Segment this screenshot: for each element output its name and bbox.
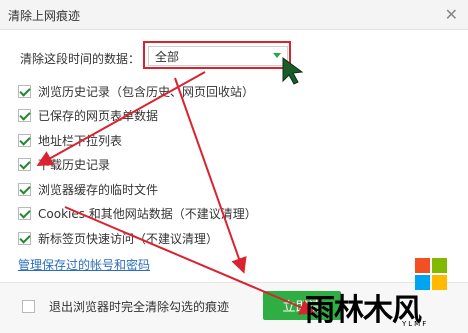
checkbox[interactable] (18, 157, 31, 171)
checkbox[interactable] (22, 300, 35, 313)
option-download-history[interactable]: 下载历史记录 (18, 155, 110, 173)
exit-clear-label: 退出浏览器时完全清除勾选的痕迹 (49, 300, 230, 314)
option-label: 地址栏下拉列表 (38, 133, 123, 148)
manage-passwords-link[interactable]: 管理保存过的帐号和密码 (18, 256, 150, 273)
title-bar: 清除上网痕迹 ✕ (0, 0, 468, 30)
checkbox[interactable] (18, 133, 31, 147)
option-label: 下载历史记录 (38, 157, 111, 172)
option-browsing-history[interactable]: 浏览历史记录（包含历史、网页回收站） (18, 82, 254, 100)
checkbox[interactable] (18, 84, 31, 98)
window-title: 清除上网痕迹 (8, 9, 81, 23)
time-range-select[interactable]: 全部 (143, 41, 291, 69)
checkbox[interactable] (18, 231, 31, 245)
option-label: 浏览历史记录（包含历史、网页回收站） (38, 84, 255, 99)
option-label: 已保存的网页表单数据 (38, 108, 159, 123)
option-cookies[interactable]: Cookies 和其他网站数据（不建议清理） (18, 204, 257, 222)
option-cache[interactable]: 浏览器缓存的临时文件 (18, 180, 158, 198)
checkbox[interactable] (18, 206, 31, 220)
exit-clear-option[interactable]: 退出浏览器时完全清除勾选的痕迹 (22, 298, 229, 315)
checkbox[interactable] (18, 108, 31, 122)
option-label: 浏览器缓存的临时文件 (38, 182, 159, 197)
option-label: Cookies 和其他网站数据（不建议清理） (38, 206, 257, 221)
option-address-bar[interactable]: 地址栏下拉列表 (18, 131, 122, 149)
option-label: 新标签页快速访问（不建议清理） (38, 231, 219, 246)
option-new-tab[interactable]: 新标签页快速访问（不建议清理） (18, 229, 218, 247)
checkbox[interactable] (18, 182, 31, 196)
time-range-select-field[interactable]: 全部 (148, 46, 288, 66)
watermark-subtext: YLMF (402, 320, 429, 328)
time-range-value: 全部 (155, 50, 180, 64)
time-range-label: 清除这段时间的数据： (20, 52, 141, 66)
chevron-down-icon[interactable] (273, 53, 281, 58)
option-form-data[interactable]: 已保存的网页表单数据 (18, 106, 158, 124)
close-icon[interactable]: ✕ (445, 5, 458, 24)
